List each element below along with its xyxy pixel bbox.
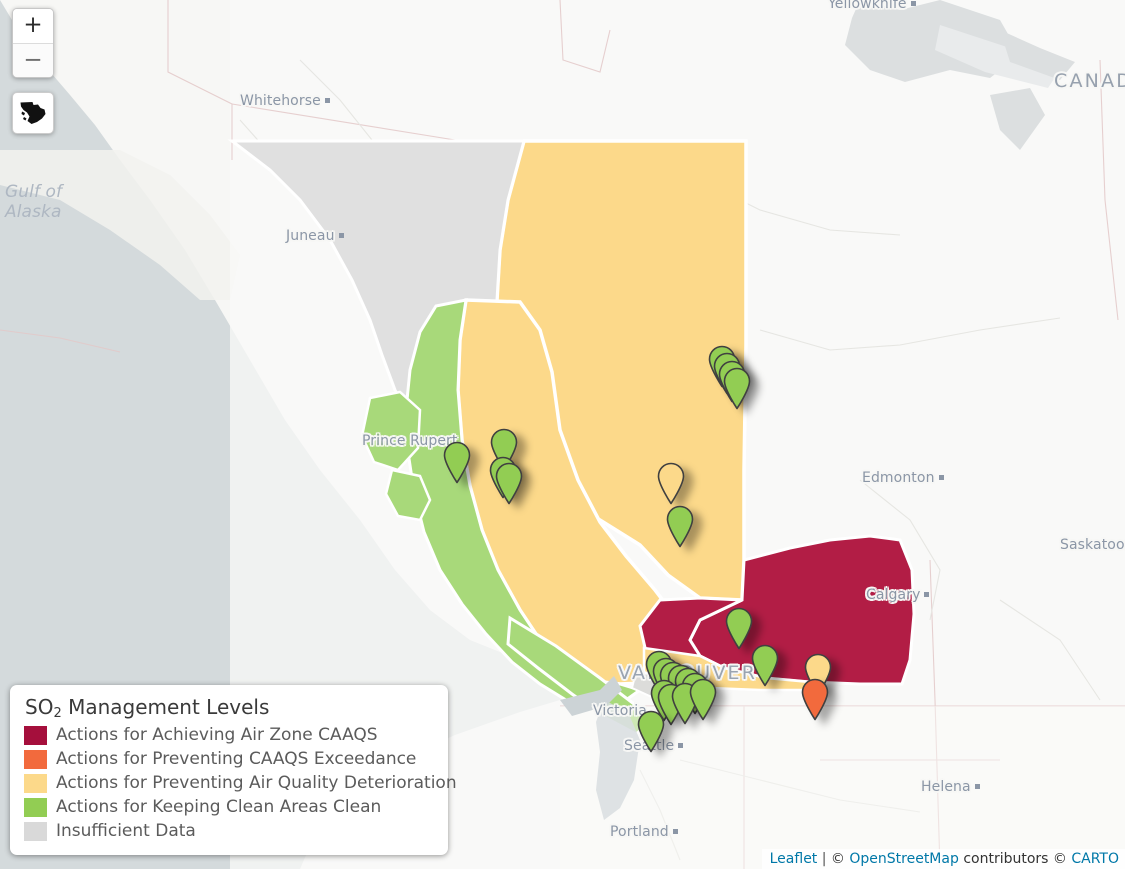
station-marker[interactable] — [689, 678, 718, 721]
map-pin-icon — [495, 462, 523, 505]
legend-swatch-achieving-air-zone-caaqs — [24, 725, 47, 745]
leaflet-link[interactable]: Leaflet — [770, 851, 818, 867]
station-marker[interactable] — [725, 607, 754, 650]
legend-row-preventing-air-quality-deterioration: Actions for Preventing Air Quality Deter… — [24, 771, 457, 795]
map-pin-icon — [689, 678, 717, 721]
map-pin-icon — [657, 462, 685, 505]
map-pin-icon — [637, 710, 665, 753]
legend-title: SO2 Management Levels — [25, 695, 434, 721]
legend-label-preventing-caaqs-exceedance: Actions for Preventing CAAQS Exceedance — [56, 749, 417, 769]
copyright-symbol-carto: © — [1052, 851, 1067, 867]
zoom-out-button[interactable]: − — [13, 43, 53, 77]
carto-link[interactable]: CARTO — [1071, 851, 1119, 867]
attribution-separator: | — [821, 851, 827, 867]
map-pin-icon — [443, 441, 471, 484]
legend-panel: SO2 Management Levels Actions for Achiev… — [10, 685, 457, 855]
legend-title-subscript: 2 — [53, 706, 62, 721]
station-marker[interactable] — [637, 710, 666, 753]
zoom-in-button[interactable]: + — [13, 9, 53, 43]
legend-swatch-preventing-air-quality-deterioration — [24, 773, 47, 793]
station-marker[interactable] — [751, 644, 780, 687]
legend-title-rest: Management Levels — [61, 695, 270, 719]
legend-row-insufficient-data: Insufficient Data — [24, 819, 434, 843]
map-pin-icon — [723, 367, 751, 410]
legend-item-list: Actions for Achieving Air Zone CAAQS Acti… — [24, 723, 457, 843]
station-marker[interactable] — [666, 505, 695, 548]
legend-title-main: SO — [25, 695, 54, 719]
legend-label-achieving-air-zone-caaqs: Actions for Achieving Air Zone CAAQS — [56, 725, 378, 745]
legend-swatch-insufficient-data — [24, 821, 47, 841]
legend-label-keeping-clean-areas-clean: Actions for Keeping Clean Areas Clean — [56, 797, 382, 817]
leaflet-map[interactable]: YellowknifeCANADAWhitehorseGulf of Alask… — [0, 0, 1125, 869]
reset-extent-button[interactable] — [12, 92, 54, 134]
legend-row-achieving-air-zone-caaqs: Actions for Achieving Air Zone CAAQS — [24, 723, 434, 747]
legend-row-keeping-clean-areas-clean: Actions for Keeping Clean Areas Clean — [24, 795, 434, 819]
legend-swatch-keeping-clean-areas-clean — [24, 797, 47, 817]
legend-row-preventing-caaqs-exceedance: Actions for Preventing CAAQS Exceedance — [24, 747, 434, 771]
map-pin-icon — [801, 678, 829, 721]
map-pin-icon — [751, 644, 779, 687]
map-pin-icon — [666, 505, 694, 548]
openstreetmap-link[interactable]: OpenStreetMap — [849, 851, 958, 867]
map-pin-icon — [725, 607, 753, 650]
station-marker[interactable] — [801, 678, 830, 721]
station-marker[interactable] — [657, 462, 686, 505]
legend-label-preventing-air-quality-deterioration: Actions for Preventing Air Quality Deter… — [56, 773, 457, 793]
zoom-control[interactable]: + − — [12, 8, 54, 78]
legend-label-insufficient-data: Insufficient Data — [56, 821, 196, 841]
legend-swatch-preventing-caaqs-exceedance — [24, 749, 47, 769]
bc-province-icon — [20, 102, 46, 124]
station-marker[interactable] — [495, 462, 524, 505]
attribution-bar: Leaflet | © OpenStreetMap contributors ©… — [761, 849, 1125, 869]
station-marker[interactable] — [723, 367, 752, 410]
contributors-text: contributors — [963, 851, 1049, 867]
copyright-symbol-osm: © — [830, 851, 845, 867]
station-marker[interactable] — [443, 441, 472, 484]
